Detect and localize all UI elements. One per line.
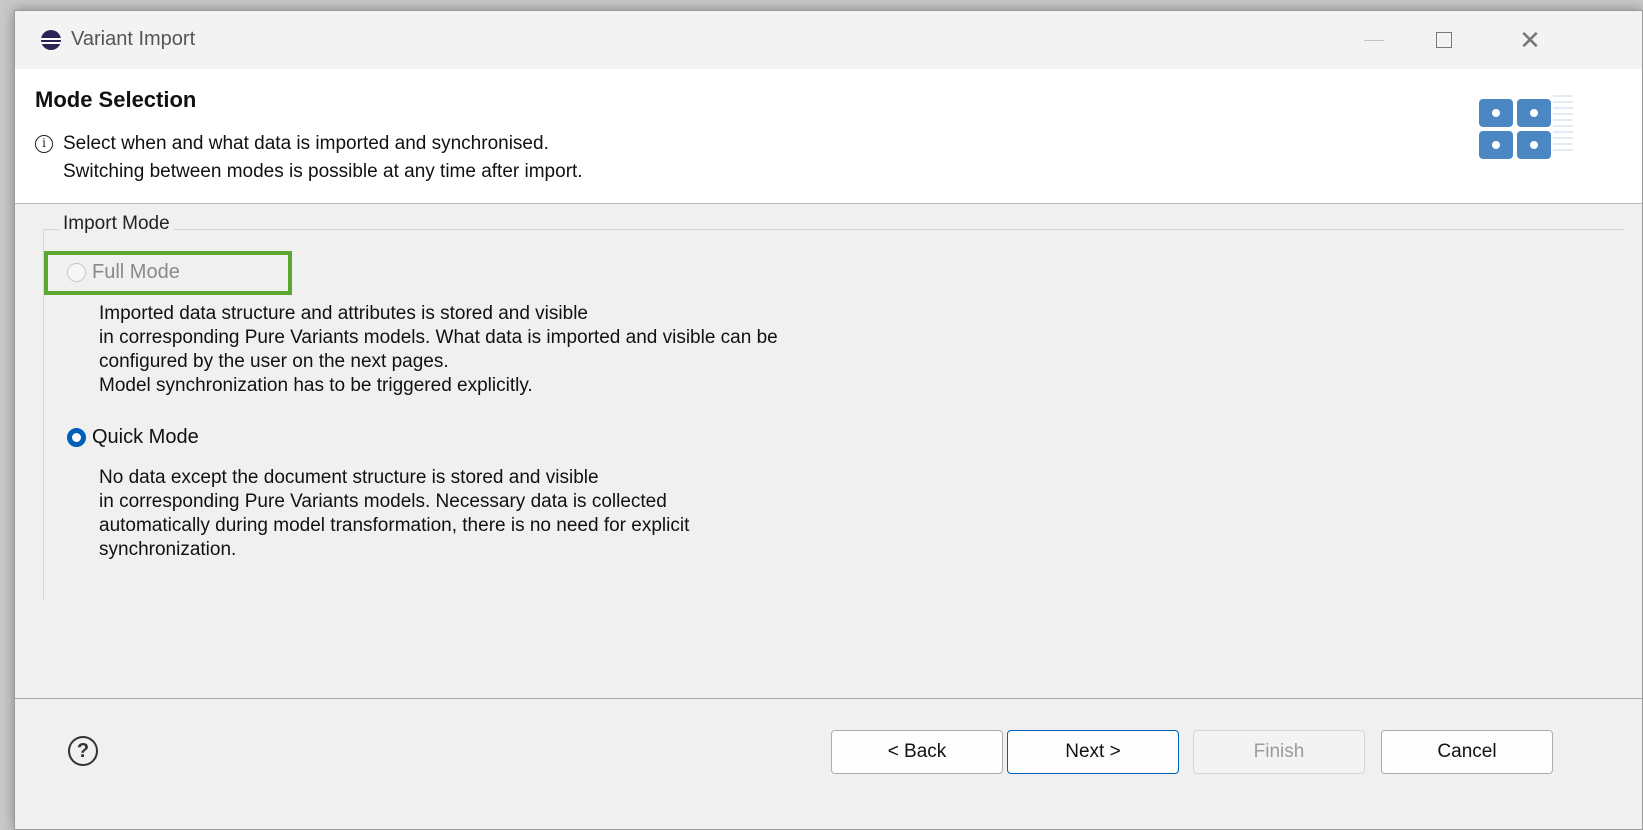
help-icon[interactable]: ?: [68, 736, 98, 766]
full-mode-desc-line: Model synchronization has to be triggere…: [99, 375, 533, 396]
maximize-icon: [1436, 32, 1452, 48]
quick-mode-desc-line: synchronization.: [99, 539, 237, 560]
title-bar: Variant Import ✕: [15, 11, 1642, 69]
footer-separator: [15, 698, 1642, 699]
quick-mode-description: No data except the document structure is…: [99, 466, 689, 562]
import-mode-legend: Import Mode: [59, 213, 174, 235]
header-message-line-1: Select when and what data is imported an…: [63, 133, 549, 154]
window-title: Variant Import: [71, 28, 196, 50]
full-mode-desc-line: in corresponding Pure Variants models. W…: [99, 327, 778, 348]
quick-mode-desc-line: No data except the document structure is…: [99, 467, 599, 488]
quick-mode-radio[interactable]: Quick Mode: [67, 426, 199, 449]
maximize-button[interactable]: [1409, 11, 1479, 69]
radio-checked-icon: [67, 428, 86, 447]
wizard-banner-graphic-icon: [1479, 95, 1573, 159]
cancel-button[interactable]: Cancel: [1381, 730, 1553, 774]
minimize-button[interactable]: [1339, 11, 1409, 69]
full-mode-radio[interactable]: Full Mode: [67, 261, 180, 284]
quick-mode-desc-line: automatically during model transformatio…: [99, 515, 690, 536]
full-mode-desc-line: configured by the user on the next pages…: [99, 351, 449, 372]
header-message-line-2: Switching between modes is possible at a…: [63, 161, 583, 182]
close-icon: ✕: [1519, 24, 1541, 55]
next-button[interactable]: Next >: [1007, 730, 1179, 774]
quick-mode-label: Quick Mode: [92, 426, 199, 448]
variant-import-dialog: Variant Import ✕ Mode Selection i Select…: [14, 10, 1643, 830]
page-title: Mode Selection: [35, 87, 197, 112]
radio-unchecked-icon: [67, 263, 86, 282]
quick-mode-desc-line: in corresponding Pure Variants models. N…: [99, 491, 667, 512]
full-mode-label: Full Mode: [92, 261, 180, 283]
info-icon: i: [35, 135, 53, 153]
eclipse-app-icon: [41, 30, 61, 50]
full-mode-desc-line: Imported data structure and attributes i…: [99, 303, 588, 324]
close-button[interactable]: ✕: [1495, 11, 1565, 69]
wizard-header: Mode Selection i Select when and what da…: [15, 69, 1642, 204]
back-button[interactable]: < Back: [831, 730, 1003, 774]
minimize-icon: [1364, 39, 1384, 41]
full-mode-description: Imported data structure and attributes i…: [99, 302, 778, 398]
finish-button[interactable]: Finish: [1193, 730, 1365, 774]
